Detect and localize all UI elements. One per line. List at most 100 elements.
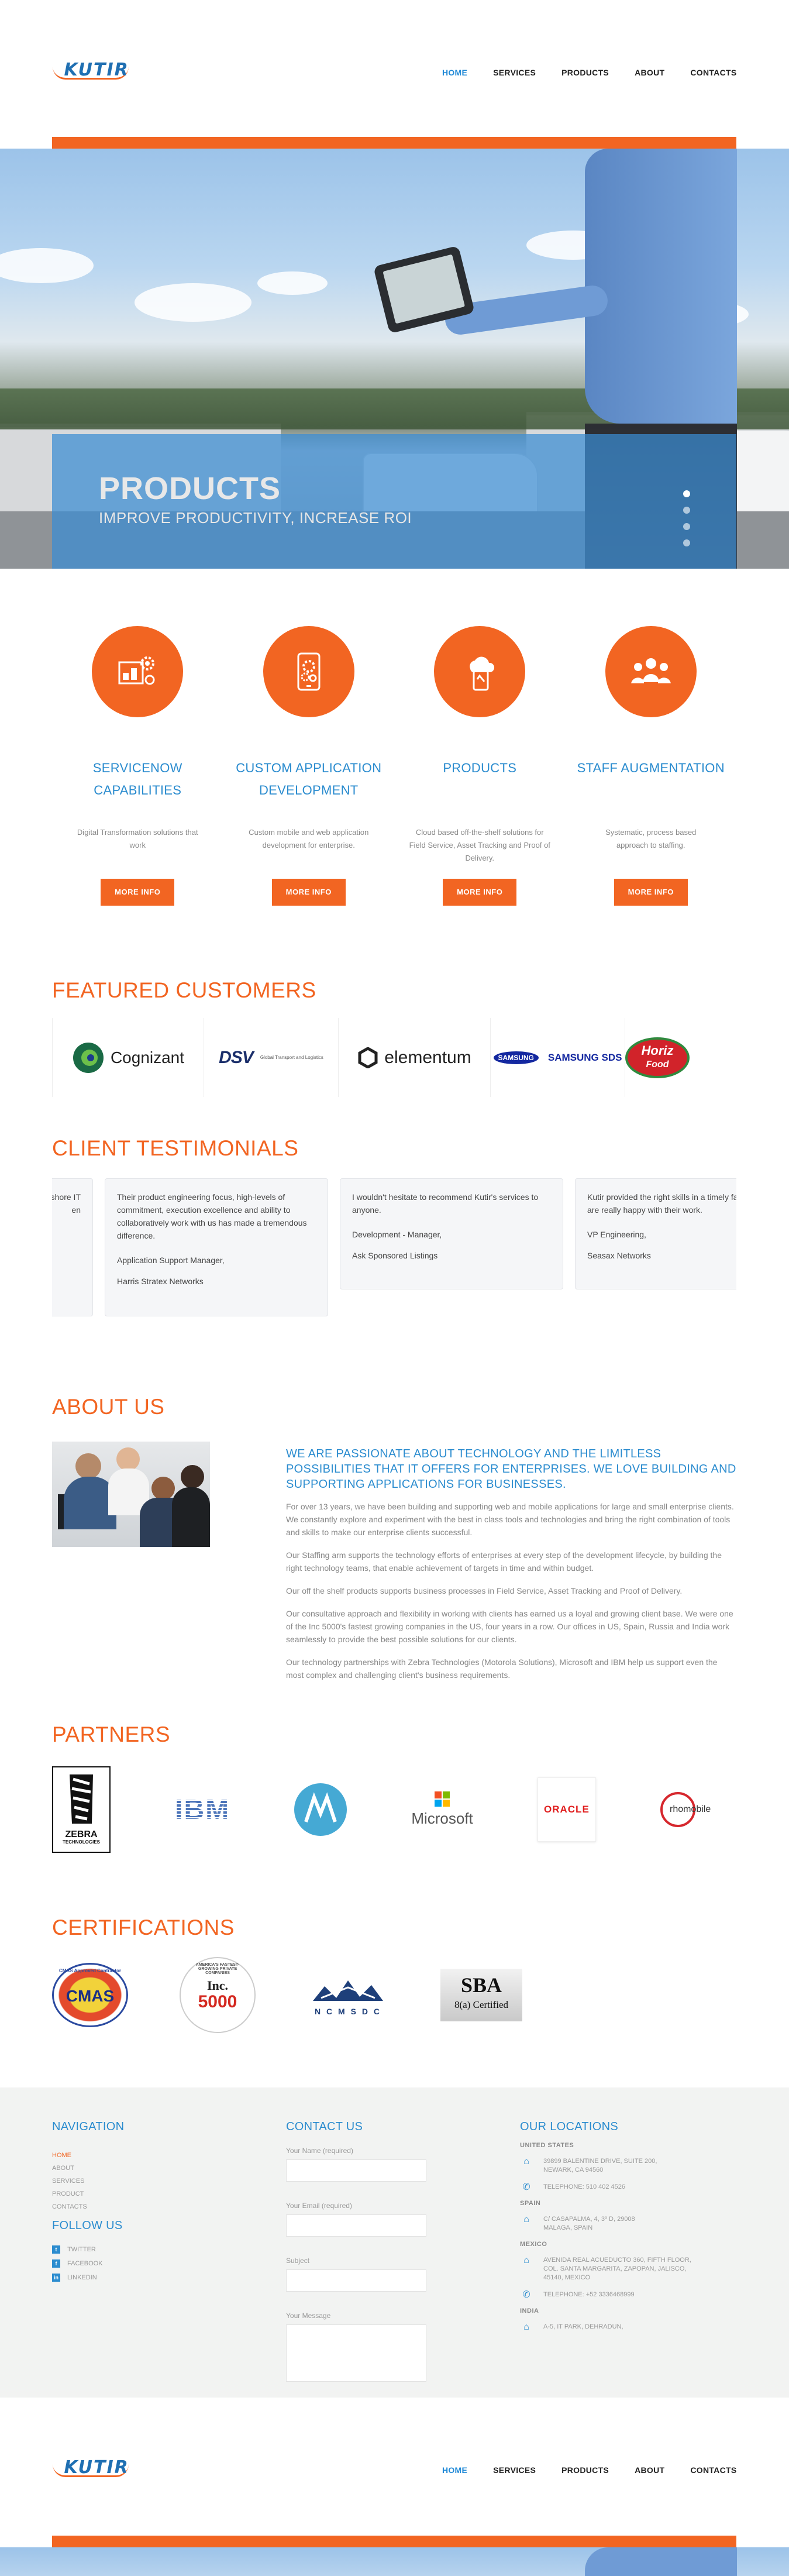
about-team-photo: [52, 1442, 210, 1547]
service-description: Systematic, process based approach to st…: [605, 828, 697, 850]
linkedin-link[interactable]: in LINKEDIN: [52, 2274, 124, 2282]
cognizant-mark-icon: [73, 1042, 104, 1073]
contact-us-title: CONTACT US: [286, 2120, 363, 2133]
main-nav: HOME SERVICES PRODUCTS ABOUT CONTACTS: [429, 2465, 737, 2475]
name-field[interactable]: [286, 2159, 426, 2182]
name-field-label: Your Name (required): [286, 2147, 353, 2155]
header-accent-bar: [52, 2536, 736, 2547]
footer-locations: OUR LOCATIONS UNITED STATES ⌂ 39899 BALEN…: [520, 2120, 736, 2332]
nav-contacts[interactable]: CONTACTS: [677, 2465, 736, 2475]
testimonial-card: Kutir provided the right skills in a tim…: [575, 1178, 736, 1289]
cert-logo-sba: SBA 8(a) Certified: [440, 1969, 522, 2021]
testimonial-role: VP Engineering,: [587, 1230, 646, 1239]
subject-field[interactable]: [286, 2269, 426, 2292]
service-title[interactable]: CUSTOM APPLICATION DEVELOPMENT: [223, 757, 395, 804]
kutir-logo[interactable]: KUTIR: [52, 2455, 135, 2478]
home-icon: ⌂: [523, 2255, 529, 2265]
slider-dot[interactable]: [683, 490, 690, 497]
person-torso: [585, 149, 737, 424]
nav-services[interactable]: SERVICES: [480, 2465, 549, 2475]
tablet-screen: [383, 254, 466, 324]
certifications-title: CERTIFICATIONS: [52, 1915, 235, 1939]
service-icon-circle: [263, 626, 354, 717]
testimonial-company: Harris Stratex Networks: [117, 1277, 204, 1286]
testimonial-card: shore IT en: [52, 1178, 93, 1316]
footer-link-product[interactable]: PRODUCT: [52, 2188, 124, 2200]
services-row: SERVICENOW CAPABILITIES Digital Transform…: [52, 626, 736, 906]
service-title[interactable]: SERVICENOW CAPABILITIES: [52, 757, 223, 804]
zebra-head-icon: [70, 1774, 93, 1824]
location-address: ⌂ 39899 BALENTINE DRIVE, SUITE 200, NEWAR…: [520, 2157, 736, 2175]
nav-about[interactable]: ABOUT: [622, 2465, 677, 2475]
slider-dot[interactable]: [683, 507, 690, 514]
twitter-link[interactable]: t TWITTER: [52, 2245, 124, 2254]
footer-link-contacts[interactable]: CONTACTS: [52, 2200, 124, 2213]
message-field-label: Your Message: [286, 2312, 331, 2320]
more-info-button[interactable]: MORE INFO: [443, 879, 517, 906]
nav-services[interactable]: SERVICES: [480, 68, 549, 77]
footer-navigation: NAVIGATION HOME ABOUT SERVICES PRODUCT C…: [52, 2120, 124, 2282]
partners-title: PARTNERS: [52, 1722, 171, 1746]
cloud-shape: [0, 248, 94, 283]
phone-icon: ✆: [522, 2290, 530, 2300]
cloud-shape: [135, 283, 251, 322]
nav-home[interactable]: HOME: [429, 2465, 480, 2475]
service-title[interactable]: PRODUCTS: [394, 757, 566, 804]
service-description: Cloud based off-the-shelf solutions for …: [409, 828, 550, 862]
partner-logo-motorola: [294, 1783, 347, 1836]
client-testimonials-title: CLIENT TESTIMONIALS: [52, 1136, 299, 1160]
more-info-button[interactable]: MORE INFO: [614, 879, 688, 906]
certifications-row: CMAS Approved Contractor CMAS AMERICA'S …: [52, 1957, 522, 2033]
partner-logo-rhomobile: rhomobile: [660, 1792, 736, 1827]
more-info-button[interactable]: MORE INFO: [271, 879, 346, 906]
footer-link-home[interactable]: HOME: [52, 2149, 124, 2162]
ncmsdc-skyline-icon: [313, 1980, 383, 2001]
facebook-icon: f: [52, 2259, 60, 2268]
hero-caption-box: PRODUCTS IMPROVE PRODUCTIVITY, INCREASE …: [52, 434, 736, 569]
footer-link-about[interactable]: ABOUT: [52, 2162, 124, 2175]
nav-contacts[interactable]: CONTACTS: [677, 68, 736, 77]
nav-products[interactable]: PRODUCTS: [549, 68, 622, 77]
more-info-button[interactable]: MORE INFO: [101, 879, 175, 906]
nav-products[interactable]: PRODUCTS: [549, 2465, 622, 2475]
featured-customers-title: FEATURED CUSTOMERS: [52, 978, 316, 1002]
service-card: STAFF AUGMENTATION Systematic, process b…: [566, 626, 737, 906]
testimonial-role: Application Support Manager,: [117, 1256, 225, 1265]
service-title[interactable]: STAFF AUGMENTATION: [566, 757, 737, 804]
customer-logo-dsv: DSV Global Transport and Logistics: [204, 1018, 339, 1097]
cert-logo-inc5000: AMERICA'S FASTEST-GROWING PRIVATE COMPAN…: [180, 1957, 256, 2033]
workflow-gear-icon: [118, 656, 155, 685]
service-icon-circle: [605, 626, 697, 717]
about-paragraph: Our technology partnerships with Zebra T…: [286, 1657, 718, 1680]
about-paragraph: Our off the shelf products supports busi…: [286, 1586, 683, 1595]
location-country: UNITED STATES: [520, 2142, 574, 2149]
about-paragraph: For over 13 years, we have been building…: [286, 1502, 734, 1537]
testimonial-quote: I wouldn't hesitate to recommend Kutir's…: [352, 1192, 539, 1215]
location-phone: ✆ TELEPHONE: +52 3336468999: [520, 2290, 736, 2300]
follow-us-title: FOLLOW US: [52, 2219, 123, 2232]
customer-logo-samsung: SAMSUNG SAMSUNG SDS: [491, 1018, 625, 1097]
partner-logo-zebra: ZEBRA TECHNOLOGIES: [52, 1766, 111, 1853]
hero-slider-peek: [0, 2547, 789, 2576]
kutir-logo[interactable]: KUTIR: [52, 57, 135, 81]
slider-dot[interactable]: [683, 523, 690, 530]
cloud-shape: [257, 271, 328, 295]
email-field[interactable]: [286, 2214, 426, 2237]
testimonial-company: Ask Sponsored Listings: [352, 1251, 438, 1260]
customer-logo-cognizant: Cognizant: [52, 1018, 204, 1097]
testimonial-quote: Kutir provided the right skills in a tim…: [587, 1192, 736, 1215]
nav-about[interactable]: ABOUT: [622, 68, 677, 77]
customer-logo-horizon: Horiz Food: [625, 1018, 736, 1097]
microsoft-squares-icon: [435, 1791, 450, 1807]
elementum-mark-icon: [358, 1047, 378, 1068]
message-field[interactable]: [286, 2324, 426, 2382]
subject-field-label: Subject: [286, 2257, 310, 2265]
footer-link-services[interactable]: SERVICES: [52, 2175, 124, 2188]
partners-row: ZEBRA TECHNOLOGIES IBM Microsoft ORACLE …: [52, 1766, 736, 1853]
cert-logo-cmas: CMAS Approved Contractor CMAS: [52, 1963, 128, 2027]
slider-dot[interactable]: [683, 539, 690, 546]
facebook-link[interactable]: f FACEBOOK: [52, 2259, 124, 2268]
customer-logo-elementum: elementum: [339, 1018, 491, 1097]
nav-home[interactable]: HOME: [429, 68, 480, 77]
logo-text: KUTIR: [64, 2457, 129, 2478]
